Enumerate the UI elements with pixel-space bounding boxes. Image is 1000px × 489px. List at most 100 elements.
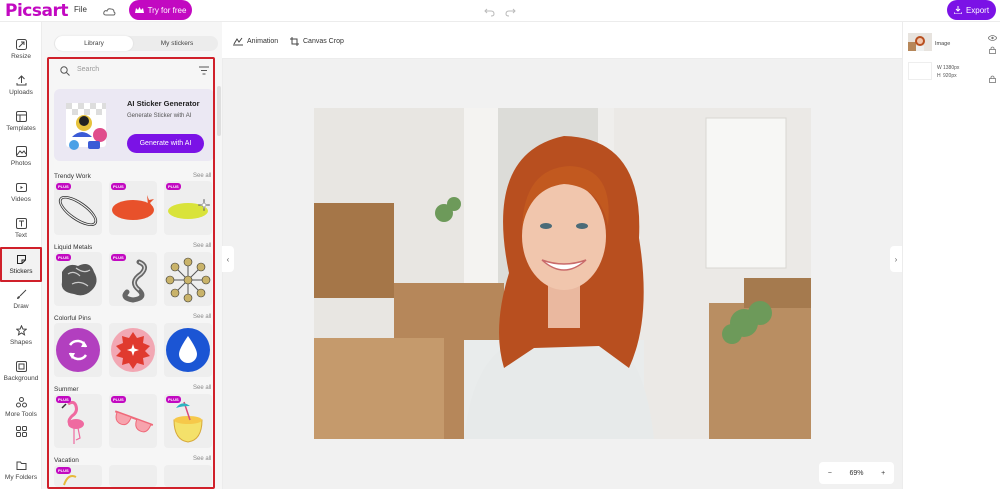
nav-label: Resize [11, 53, 31, 60]
crop-icon [290, 37, 299, 46]
width-value: 1380px [943, 65, 960, 71]
animation-tool[interactable]: Animation [233, 37, 278, 46]
picsart-logo[interactable]: Picsart [5, 1, 68, 21]
expand-layers-button[interactable]: › [890, 246, 902, 272]
export-button[interactable]: Export [947, 0, 996, 20]
width-label: W [937, 65, 942, 71]
nav-draw[interactable]: Draw [0, 282, 42, 317]
star-icon [15, 325, 27, 336]
ai-sticker-preview [62, 97, 114, 153]
file-menu[interactable]: File [74, 5, 87, 14]
zoom-in-button[interactable]: + [881, 470, 885, 477]
sticker-thumb[interactable]: PLUS [54, 465, 102, 487]
sticker-thumb[interactable]: PLUS [54, 252, 102, 306]
nav-my-folders[interactable]: My Folders [0, 453, 42, 488]
nav-more-tools[interactable]: More Tools [0, 390, 42, 425]
zoom-value[interactable]: 69% [849, 470, 863, 477]
tab-my-stickers[interactable]: My stickers [138, 36, 216, 51]
sticker-thumb[interactable] [164, 465, 212, 487]
sticker-thumb[interactable]: PLUS [54, 181, 102, 235]
folder-icon [16, 461, 26, 470]
see-all-colorful-pins[interactable]: See all [193, 314, 211, 320]
nav-label: Text [15, 232, 27, 239]
nav-shapes[interactable]: Shapes [0, 318, 42, 353]
lock-icon[interactable] [989, 46, 996, 54]
sticker-thumb[interactable] [164, 323, 212, 377]
undo-icon[interactable] [484, 4, 495, 22]
videos-icon [15, 183, 27, 192]
layer-image-label: Image [935, 41, 951, 47]
panel-scrollbar[interactable] [217, 86, 221, 136]
layer-canvas[interactable]: W 1380px H 920px [906, 62, 1000, 84]
height-value: 920px [943, 73, 957, 79]
nav-label: Draw [13, 303, 29, 310]
filter-icon[interactable] [199, 66, 209, 75]
cloud-icon[interactable] [103, 4, 116, 22]
nav-photos[interactable]: Photos [0, 139, 42, 174]
sticker-thumb[interactable] [109, 465, 157, 487]
plus-badge: PLUS [111, 254, 126, 261]
plus-badge: PLUS [166, 183, 181, 190]
nav-uploads[interactable]: Uploads [0, 68, 42, 103]
sticker-thumb[interactable] [109, 323, 157, 377]
plus-badge: PLUS [56, 396, 71, 403]
canvas-crop-tool[interactable]: Canvas Crop [290, 37, 344, 46]
layer-image[interactable]: Image [906, 33, 1000, 55]
height-label: H [937, 73, 941, 79]
nav-background[interactable]: Background [0, 354, 42, 389]
search-bar[interactable]: Search [53, 62, 215, 80]
category-title-vacation: Vacation [54, 457, 79, 464]
see-all-vacation[interactable]: See all [193, 456, 211, 462]
ai-sticker-card: AI Sticker Generator Generate Sticker wi… [54, 89, 214, 161]
canvas-toolbar: Animation Canvas Crop [222, 22, 902, 59]
see-all-summer[interactable]: See all [193, 385, 211, 391]
search-icon [60, 66, 70, 76]
nav-videos[interactable]: Videos [0, 175, 42, 210]
see-all-trendy-work[interactable]: See all [193, 173, 211, 179]
sticker-thumb[interactable]: PLUS [109, 181, 157, 235]
lock-icon[interactable] [989, 75, 996, 83]
try-for-free-label: Try for free [147, 5, 187, 15]
collapse-panel-button[interactable]: ‹ [222, 246, 234, 272]
crown-icon [134, 6, 144, 13]
canvas-photo[interactable] [314, 108, 811, 439]
nav-stickers[interactable]: Stickers [0, 247, 42, 282]
sticker-thumb[interactable]: PLUS [164, 181, 212, 235]
visibility-eye-icon[interactable] [988, 35, 997, 41]
nav-label: My Folders [4, 474, 38, 481]
sticker-thumb[interactable]: PLUS [164, 394, 212, 448]
sticker-thumb[interactable]: PLUS [109, 394, 157, 448]
resize-icon [15, 39, 27, 50]
ai-card-subtitle: Generate Sticker with AI [127, 113, 192, 119]
try-for-free-button[interactable]: Try for free [129, 0, 192, 20]
brush-icon [16, 289, 26, 299]
nav-resize[interactable]: Resize [0, 32, 42, 67]
panel-tabs: Library My stickers [54, 36, 218, 51]
see-all-liquid-metals[interactable]: See all [193, 243, 211, 249]
nav-apps[interactable] [0, 426, 42, 452]
search-input[interactable]: Search [77, 66, 99, 73]
category-title-summer: Summer [54, 386, 79, 393]
top-bar: Picsart File Try for free Export [0, 0, 1000, 22]
text-icon [15, 218, 27, 229]
layer-canvas-thumbnail [908, 62, 932, 80]
sticker-thumb[interactable]: PLUS [109, 252, 157, 306]
nav-templates[interactable]: Templates [0, 104, 42, 139]
nav-label: Uploads [9, 89, 33, 96]
zoom-out-button[interactable]: − [828, 470, 832, 477]
sticker-thumb[interactable] [164, 252, 212, 306]
sticker-thumb[interactable]: PLUS [54, 394, 102, 448]
category-title-trendy-work: Trendy Work [54, 173, 91, 180]
plus-badge: PLUS [56, 183, 71, 190]
left-navigation: Resize Uploads Templates Photos Videos T… [0, 22, 42, 489]
nav-label: Background [3, 375, 39, 382]
redo-icon[interactable] [505, 4, 516, 22]
more-tools-icon [15, 397, 27, 408]
templates-icon [15, 111, 27, 122]
sticker-icon [16, 255, 26, 264]
tab-library[interactable]: Library [55, 36, 133, 51]
generate-with-ai-button[interactable]: Generate with AI [127, 134, 204, 153]
sticker-thumb[interactable] [54, 323, 102, 377]
canvas-crop-label: Canvas Crop [303, 38, 344, 45]
nav-text[interactable]: Text [0, 211, 42, 246]
